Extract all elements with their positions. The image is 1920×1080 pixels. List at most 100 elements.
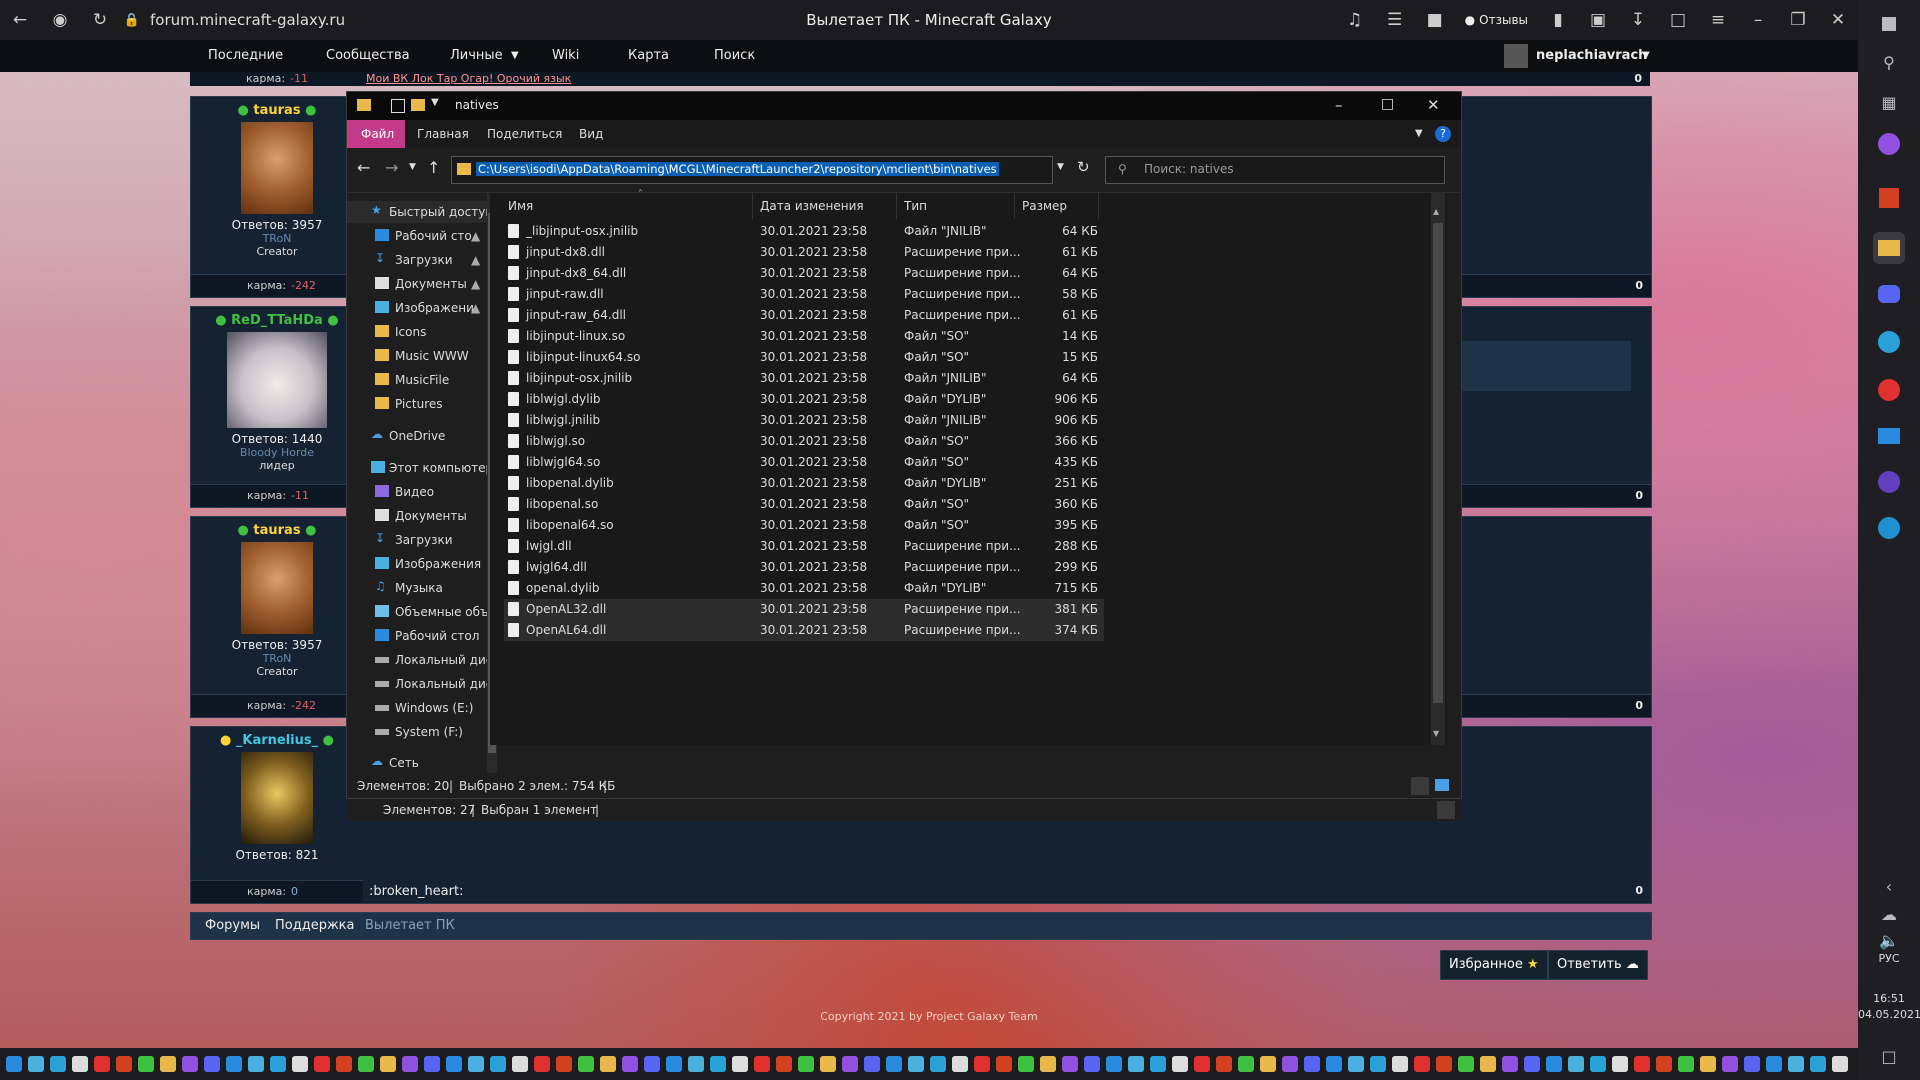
- nav-item[interactable]: ↧ Загрузки ▲: [347, 249, 487, 271]
- file-row[interactable]: OpenAL32.dll 30.01.2021 23:58 Расширение п…: [504, 599, 1104, 620]
- nav-item[interactable]: Изображения: [347, 553, 487, 575]
- details-view-icon[interactable]: [1437, 801, 1455, 819]
- column-size[interactable]: Размер: [1018, 193, 1099, 219]
- nav-item[interactable]: Рабочий сто ▲: [347, 225, 487, 247]
- collections-icon[interactable]: ▣: [1578, 0, 1618, 40]
- bookmark-favicon-icon[interactable]: [138, 1056, 154, 1072]
- sidebar-app-purple-icon[interactable]: [1873, 128, 1905, 160]
- sidebar-app-badge-icon[interactable]: [1873, 466, 1905, 498]
- nav-item[interactable]: Рабочий стол: [347, 625, 487, 647]
- bookmark-favicon-icon[interactable]: [974, 1056, 990, 1072]
- nav-item[interactable]: ♫ Музыка: [347, 577, 487, 599]
- bookmark-favicon-icon[interactable]: [72, 1056, 88, 1072]
- bookmark-favicon-icon[interactable]: [1106, 1056, 1122, 1072]
- bookmark-favicon-icon[interactable]: [1524, 1056, 1540, 1072]
- bookmark-favicon-icon[interactable]: [1326, 1056, 1342, 1072]
- bookmark-favicon-icon[interactable]: [820, 1056, 836, 1072]
- post-author[interactable]: ReD_TTaHDa: [231, 313, 323, 328]
- recent-chevron-icon[interactable]: ▼: [409, 162, 416, 172]
- file-row[interactable]: jinput-raw_64.dll 30.01.2021 23:58 Расшире…: [504, 305, 1104, 326]
- bookmark-favicon-icon[interactable]: [1392, 1056, 1408, 1072]
- bookmark-favicon-icon[interactable]: [94, 1056, 110, 1072]
- search-box[interactable]: ⚲ Поиск: natives: [1105, 156, 1445, 184]
- tab-view[interactable]: Вид: [579, 120, 603, 148]
- tab-share[interactable]: Поделиться: [487, 120, 562, 148]
- url-bar[interactable]: forum.minecraft-galaxy.ru: [150, 11, 345, 29]
- favorite-button[interactable]: Избранное ★: [1440, 950, 1548, 980]
- bookmark-favicon-icon[interactable]: [28, 1056, 44, 1072]
- address-bar[interactable]: C:\Users\isodi\AppData\Roaming\MCGL\Mine…: [451, 156, 1053, 184]
- discord-icon[interactable]: [1873, 278, 1905, 310]
- sidebar-folder-icon[interactable]: [1873, 232, 1905, 264]
- file-row[interactable]: openal.dylib 30.01.2021 23:58 Файл "DYLIB"…: [504, 578, 1104, 599]
- mail-icon[interactable]: [1873, 420, 1905, 452]
- keyboard-language[interactable]: РУС: [1858, 952, 1920, 965]
- file-row[interactable]: jinput-dx8.dll 30.01.2021 23:58 Расширение…: [504, 242, 1104, 263]
- nav-username[interactable]: neplachiavrach: [1536, 40, 1647, 72]
- nav-item[interactable]: Документы: [347, 505, 487, 527]
- bookmark-favicon-icon[interactable]: [512, 1056, 528, 1072]
- nav-map[interactable]: Карта: [628, 40, 669, 72]
- nav-network[interactable]: ☁ Сеть: [347, 752, 489, 774]
- quick-access-chevron-icon[interactable]: ▼: [431, 97, 439, 108]
- signature-links[interactable]: Мои ВК Лок Тар Огар! Орочий язык: [366, 72, 571, 85]
- nav-item[interactable]: Локальный дис: [347, 673, 487, 695]
- help-icon[interactable]: ?: [1435, 126, 1451, 142]
- bookmark-favicon-icon[interactable]: [1436, 1056, 1452, 1072]
- bookmark-favicon-icon[interactable]: [908, 1056, 924, 1072]
- column-date[interactable]: Дата изменения: [756, 193, 897, 219]
- bookmark-favicon-icon[interactable]: [1348, 1056, 1364, 1072]
- bookmark-favicon-icon[interactable]: [1062, 1056, 1078, 1072]
- news-icon[interactable]: ▦: [1873, 86, 1905, 118]
- bookmark-favicon-icon[interactable]: [1260, 1056, 1276, 1072]
- file-row[interactable]: liblwjgl.jnilib 30.01.2021 23:58 Файл "JNI…: [504, 410, 1104, 431]
- file-row[interactable]: liblwjgl64.so 30.01.2021 23:58 Файл "SO" 43…: [504, 452, 1104, 473]
- nav-latest[interactable]: Последние: [208, 40, 283, 72]
- file-row[interactable]: liblwjgl.dylib 30.01.2021 23:58 Файл "DYLI…: [504, 389, 1104, 410]
- bookmark-favicon-icon[interactable]: [732, 1056, 748, 1072]
- file-row[interactable]: jinput-raw.dll 30.01.2021 23:58 Расширение…: [504, 284, 1104, 305]
- bookmark-favicon-icon[interactable]: [644, 1056, 660, 1072]
- sidebar-app-store-icon[interactable]: [1873, 182, 1905, 214]
- bookmark-favicon-icon[interactable]: [1766, 1056, 1782, 1072]
- bookmark-favicon-icon[interactable]: [1480, 1056, 1496, 1072]
- lock-icon[interactable]: 🔒: [120, 0, 144, 40]
- close-icon[interactable]: ✕: [1818, 0, 1858, 40]
- bookmark-favicon-icon[interactable]: [204, 1056, 220, 1072]
- bookmark-favicon-icon[interactable]: [380, 1056, 396, 1072]
- bookmark-favicon-icon[interactable]: [248, 1056, 264, 1072]
- large-icons-view-icon[interactable]: [1435, 779, 1449, 791]
- reply-button[interactable]: Ответить ☁: [1548, 950, 1648, 980]
- column-name[interactable]: Имя: [504, 193, 753, 219]
- bookmark-favicon-icon[interactable]: [1194, 1056, 1210, 1072]
- bookmark-favicon-icon[interactable]: [930, 1056, 946, 1072]
- bookmark-favicon-icon[interactable]: [1590, 1056, 1606, 1072]
- bookmark-favicon-icon[interactable]: [336, 1056, 352, 1072]
- file-row[interactable]: libjinput-linux64.so 30.01.2021 23:58 Файл…: [504, 347, 1104, 368]
- bookmark-favicon-icon[interactable]: [952, 1056, 968, 1072]
- new-folder-icon[interactable]: [411, 99, 425, 111]
- bookmark-favicon-icon[interactable]: [600, 1056, 616, 1072]
- bookmark-favicon-icon[interactable]: [776, 1056, 792, 1072]
- bookmark-favicon-icon[interactable]: [1546, 1056, 1562, 1072]
- bookmark-favicon-icon[interactable]: [1238, 1056, 1254, 1072]
- nav-personal[interactable]: Личные: [450, 40, 503, 72]
- bookmark-favicon-icon[interactable]: [1414, 1056, 1430, 1072]
- bookmark-favicon-icon[interactable]: [578, 1056, 594, 1072]
- restore-icon[interactable]: ❐: [1778, 0, 1818, 40]
- notification-icon[interactable]: □: [1873, 1040, 1905, 1072]
- shield-icon[interactable]: ◉: [40, 0, 80, 40]
- nav-item[interactable]: Локальный дис: [347, 649, 487, 671]
- file-row[interactable]: OpenAL64.dll 30.01.2021 23:58 Расширение п…: [504, 620, 1104, 641]
- yandex-icon[interactable]: [1873, 374, 1905, 406]
- bookmark-icon[interactable]: ▮: [1538, 0, 1578, 40]
- bookmark-favicon-icon[interactable]: [1788, 1056, 1804, 1072]
- tab-file[interactable]: Файл: [347, 120, 405, 148]
- nav-item[interactable]: MusicFile: [347, 369, 487, 391]
- bookmark-favicon-icon[interactable]: [1678, 1056, 1694, 1072]
- bookmark-favicon-icon[interactable]: [314, 1056, 330, 1072]
- bookmark-favicon-icon[interactable]: [1084, 1056, 1100, 1072]
- file-list-scrollbar[interactable]: ▲ ▼: [1431, 193, 1445, 745]
- file-row[interactable]: liblwjgl.so 30.01.2021 23:58 Файл "SO" 366 …: [504, 431, 1104, 452]
- bookmark-favicon-icon[interactable]: [534, 1056, 550, 1072]
